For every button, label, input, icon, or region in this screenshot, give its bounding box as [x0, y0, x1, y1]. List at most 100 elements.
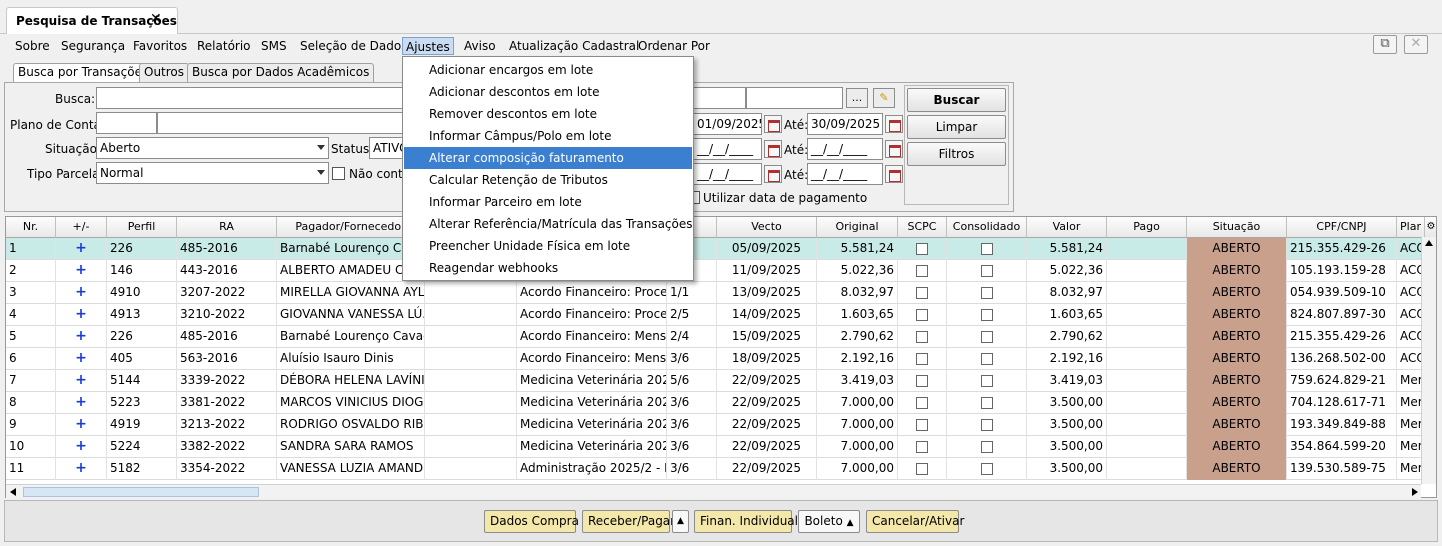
consolidado-checkbox[interactable] — [980, 264, 993, 277]
menu-item-calcular-retencao[interactable]: Calcular Retenção de Tributos — [404, 169, 692, 191]
close-tab-icon[interactable]: ✕ — [150, 11, 162, 27]
table-row[interactable]: 1+226485-2016Barnabé Lourenço Cavadas05/… — [6, 238, 1436, 260]
data-inicio-input-1[interactable]: 01/09/2025 — [693, 113, 762, 135]
col-ra[interactable]: RA — [177, 217, 277, 238]
table-row[interactable]: 4 +4913 3210-2022 GIOVANNA VANESSA LÚ... Aco… — [6, 304, 1436, 326]
expand-plus-icon[interactable]: + — [56, 304, 107, 326]
calendar-icon[interactable] — [885, 140, 903, 158]
menu-ajustes[interactable]: Ajustes — [402, 37, 454, 55]
table-row[interactable]: 10 +5224 3382-2022 SANDRA SARA RAMOS Medicin… — [6, 436, 1436, 458]
consolidado-checkbox[interactable] — [980, 374, 993, 387]
gear-icon[interactable]: ⚙ — [1425, 217, 1436, 238]
close-window-icon[interactable]: ✕ — [1404, 35, 1428, 54]
vertical-scrollbar[interactable] — [1421, 237, 1436, 484]
table-row[interactable]: 5+226485-2016Barnabé Lourenço Cavadas Aco… — [6, 326, 1436, 348]
expand-plus-icon[interactable]: + — [56, 326, 107, 348]
scroll-up-icon[interactable] — [1425, 240, 1433, 246]
boleto-button[interactable]: Boleto ▲ — [798, 510, 860, 533]
consolidado-checkbox[interactable] — [980, 286, 993, 299]
menu-item-alterar-referencia[interactable]: Alterar Referência/Matrícula das Transaç… — [404, 213, 693, 235]
scpc-checkbox[interactable] — [916, 352, 928, 365]
menu-sobre[interactable]: Sobre — [12, 37, 53, 55]
data-fim-input-1[interactable]: 30/09/2025 — [807, 113, 883, 135]
document-tab[interactable]: Pesquisa de Transações ✕ — [6, 7, 178, 34]
consolidado-checkbox[interactable] — [980, 462, 993, 475]
expand-plus-icon[interactable]: + — [56, 238, 107, 260]
scpc-checkbox[interactable] — [916, 418, 928, 431]
menu-item-informar-parceiro[interactable]: Informar Parceiro em lote — [404, 191, 692, 213]
expand-plus-icon[interactable]: + — [56, 414, 107, 436]
expand-plus-icon[interactable]: + — [56, 436, 107, 458]
consolidado-checkbox[interactable] — [980, 330, 993, 343]
menu-item-reagendar-webhooks[interactable]: Reagendar webhooks — [404, 257, 692, 279]
dados-compra-button[interactable]: Dados Compra — [484, 510, 579, 533]
data-inicio-input-3[interactable]: __/__/____ — [693, 163, 762, 185]
consolidado-checkbox[interactable] — [980, 396, 993, 409]
limpar-button[interactable]: Limpar — [907, 115, 1006, 139]
menu-item-preencher-unidade[interactable]: Preencher Unidade Física em lote — [404, 235, 692, 257]
tipo-parcela-select[interactable]: Normal — [96, 162, 329, 184]
menu-sms[interactable]: SMS — [258, 37, 290, 55]
expand-plus-icon[interactable]: + — [56, 260, 107, 282]
table-row[interactable]: 8 +5223 3381-2022 MARCOS VINICIUS DIOG... Me… — [6, 392, 1436, 414]
menu-seguranca[interactable]: Segurança — [58, 37, 128, 55]
consolidado-checkbox[interactable] — [980, 440, 993, 453]
consolidado-checkbox[interactable] — [980, 242, 993, 255]
receber-pagar-menu-icon[interactable]: ▲ — [672, 510, 689, 533]
table-row[interactable]: 2+146443-2016ALBERTO AMADEU CANDIDO11/09… — [6, 260, 1436, 282]
menu-item-adicionar-encargos[interactable]: Adicionar encargos em lote — [404, 59, 692, 81]
scpc-checkbox[interactable] — [916, 462, 928, 475]
scpc-checkbox[interactable] — [916, 374, 928, 387]
data-fim-input-2[interactable]: __/__/____ — [807, 138, 883, 160]
horizontal-scrollbar[interactable] — [6, 484, 1421, 498]
menu-selecao-dados[interactable]: Seleção de Dados — [297, 37, 410, 55]
calendar-icon[interactable] — [885, 115, 903, 133]
calendar-icon[interactable] — [885, 165, 903, 183]
col-nr[interactable]: Nr. — [6, 217, 56, 238]
col-perfil[interactable]: Perfil — [107, 217, 177, 238]
expand-plus-icon[interactable]: + — [56, 370, 107, 392]
col-original[interactable]: Original — [817, 217, 898, 238]
tab-busca-dados-academicos[interactable]: Busca por Dados Acadêmicos — [187, 63, 375, 82]
col-consolidado[interactable]: Consolidado — [947, 217, 1027, 238]
calendar-icon[interactable] — [764, 115, 782, 133]
scpc-checkbox[interactable] — [916, 440, 928, 453]
menu-item-alterar-composicao[interactable]: Alterar composição faturamento — [404, 147, 692, 169]
col-pago[interactable]: Pago — [1107, 217, 1187, 238]
menu-item-remover-descontos[interactable]: Remover descontos em lote — [404, 103, 692, 125]
scroll-left-icon[interactable] — [10, 488, 16, 496]
consolidado-checkbox[interactable] — [980, 308, 993, 321]
col-plano[interactable]: Plar — [1397, 217, 1425, 238]
scroll-right-icon[interactable] — [1412, 488, 1418, 496]
menu-item-adicionar-descontos[interactable]: Adicionar descontos em lote — [404, 81, 692, 103]
cancelar-ativar-button[interactable]: Cancelar/Ativar — [866, 510, 964, 533]
calendar-icon[interactable] — [764, 140, 782, 158]
scpc-checkbox[interactable] — [916, 286, 928, 299]
horizontal-scroll-thumb[interactable] — [23, 487, 259, 497]
col-vecto[interactable]: Vecto — [717, 217, 817, 238]
col-valor[interactable]: Valor — [1027, 217, 1107, 238]
col-plus-minus[interactable]: +/- — [56, 217, 107, 238]
popout-icon[interactable]: ⧉ — [1373, 35, 1397, 54]
consolidado-checkbox[interactable] — [980, 418, 993, 431]
menu-ordenar-por[interactable]: Ordenar Por — [635, 37, 713, 55]
menu-aviso[interactable]: Aviso — [461, 37, 499, 55]
data-fim-input-3[interactable]: __/__/____ — [807, 163, 883, 185]
scpc-checkbox[interactable] — [916, 264, 928, 277]
ellipsis-button[interactable]: ... — [846, 88, 868, 108]
nao-contem-checkbox[interactable] — [332, 167, 345, 180]
pencil-icon[interactable]: ✎ — [873, 88, 895, 108]
expand-plus-icon[interactable]: + — [56, 392, 107, 414]
col-scpc[interactable]: SCPC — [898, 217, 947, 238]
table-row[interactable]: 6 +405 563-2016 Aluísio Isauro Dinis Acordo … — [6, 348, 1436, 370]
status-select[interactable]: ATIVO — [369, 137, 405, 159]
menu-favoritos[interactable]: Favoritos — [130, 37, 190, 55]
menu-atualizacao-cadastral[interactable]: Atualização Cadastral — [506, 37, 642, 55]
scpc-checkbox[interactable] — [916, 308, 928, 321]
menu-relatorio[interactable]: Relatório — [194, 37, 254, 55]
tab-busca-transacoes[interactable]: Busca por Transações — [13, 63, 154, 83]
plano-codigo-input[interactable] — [96, 112, 157, 134]
scpc-checkbox[interactable] — [916, 330, 928, 343]
col-situacao[interactable]: Situação — [1187, 217, 1287, 238]
finan-individual-button[interactable]: Finan. Individual — [694, 510, 798, 533]
